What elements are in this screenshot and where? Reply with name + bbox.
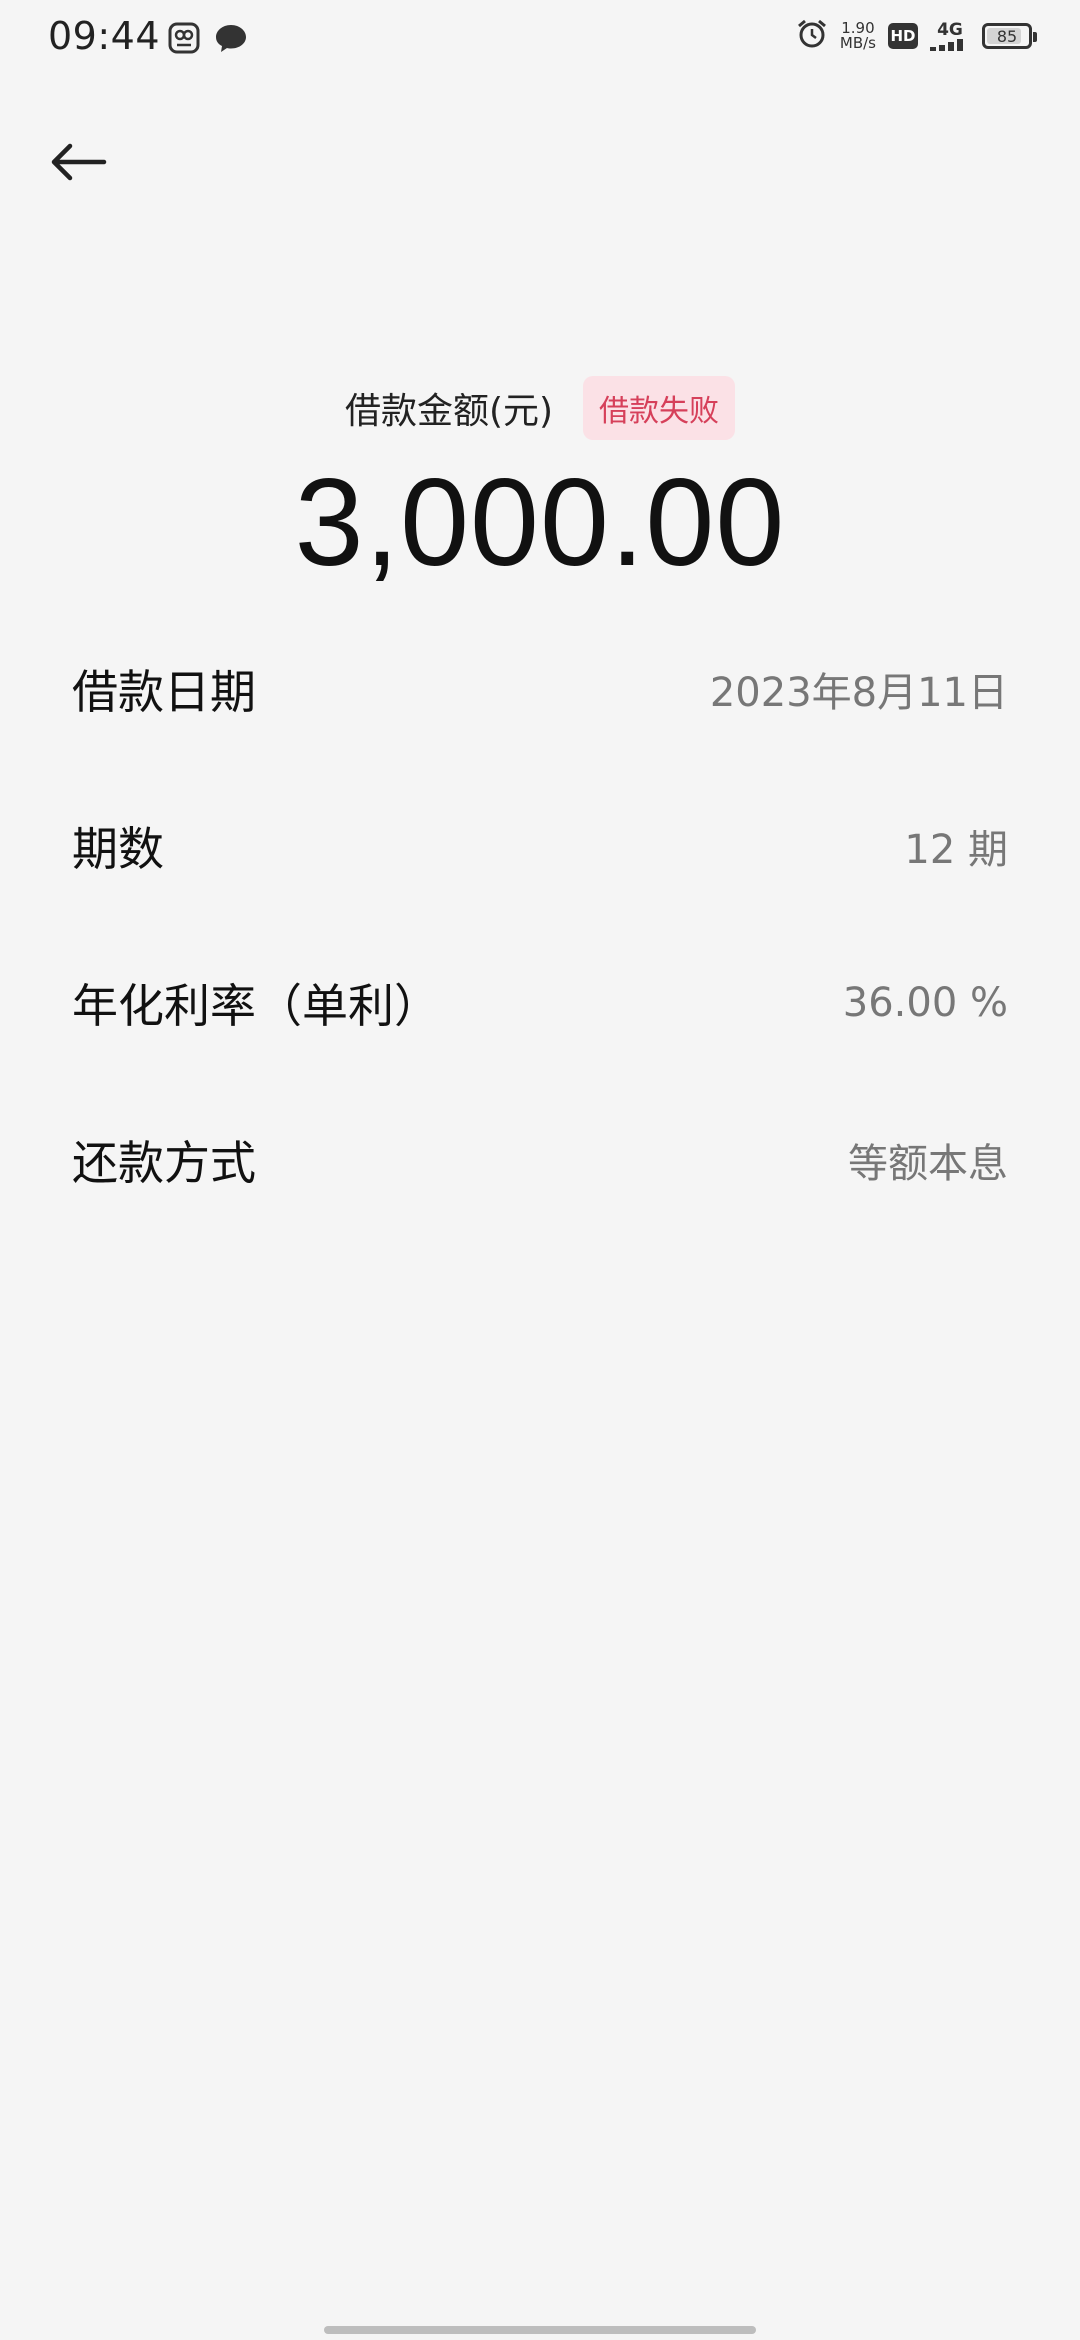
detail-label: 年化利率（单利）: [72, 978, 440, 1033]
back-button[interactable]: [44, 128, 112, 196]
status-right-icons: 1.90 MB/s HD 4G 85: [796, 18, 1037, 54]
signal-bars-icon: [930, 38, 963, 51]
detail-row-loan-date: 借款日期 2023年8月11日: [72, 610, 1008, 767]
loan-details: 借款日期 2023年8月11日 期数 12 期 年化利率（单利） 36.00 %…: [72, 610, 1008, 1238]
status-left-icons: [168, 22, 248, 58]
detail-value: 12 期: [904, 826, 1008, 873]
detail-row-annual-rate: 年化利率（单利） 36.00 %: [72, 924, 1008, 1081]
detail-label: 还款方式: [72, 1135, 256, 1190]
alarm-icon: [796, 18, 828, 54]
detail-value: 等额本息: [848, 1140, 1008, 1187]
amount-value: 3,000.00: [294, 454, 786, 592]
detail-label: 借款日期: [72, 664, 256, 719]
detail-value: 2023年8月11日: [709, 669, 1008, 716]
amount-label: 借款金额(元): [344, 391, 554, 432]
signal-4g-icon: 4G: [930, 19, 970, 51]
message-bubble-icon: [214, 22, 248, 58]
status-bar: 09:44 1.90 MB/s HD 4G 85: [0, 0, 1080, 84]
battery-icon: 85: [982, 23, 1037, 49]
detail-row-repayment-method: 还款方式 等额本息: [72, 1081, 1008, 1238]
net-speed: 1.90 MB/s: [840, 21, 876, 51]
status-time: 09:44: [48, 14, 161, 58]
detail-row-periods: 期数 12 期: [72, 767, 1008, 924]
home-indicator[interactable]: [324, 2326, 756, 2334]
detail-value: 36.00 %: [842, 979, 1008, 1026]
hd-icon: HD: [888, 23, 918, 49]
net-speed-unit: MB/s: [839, 34, 876, 52]
detail-label: 期数: [72, 821, 164, 876]
app-notification-icon: [168, 22, 200, 58]
network-label: 4G: [937, 19, 963, 40]
amount-header: 借款金额(元) 借款失败: [0, 376, 1080, 440]
status-badge: 借款失败: [583, 376, 736, 440]
arrow-left-icon: [51, 143, 107, 181]
battery-level: 85: [996, 26, 1018, 46]
